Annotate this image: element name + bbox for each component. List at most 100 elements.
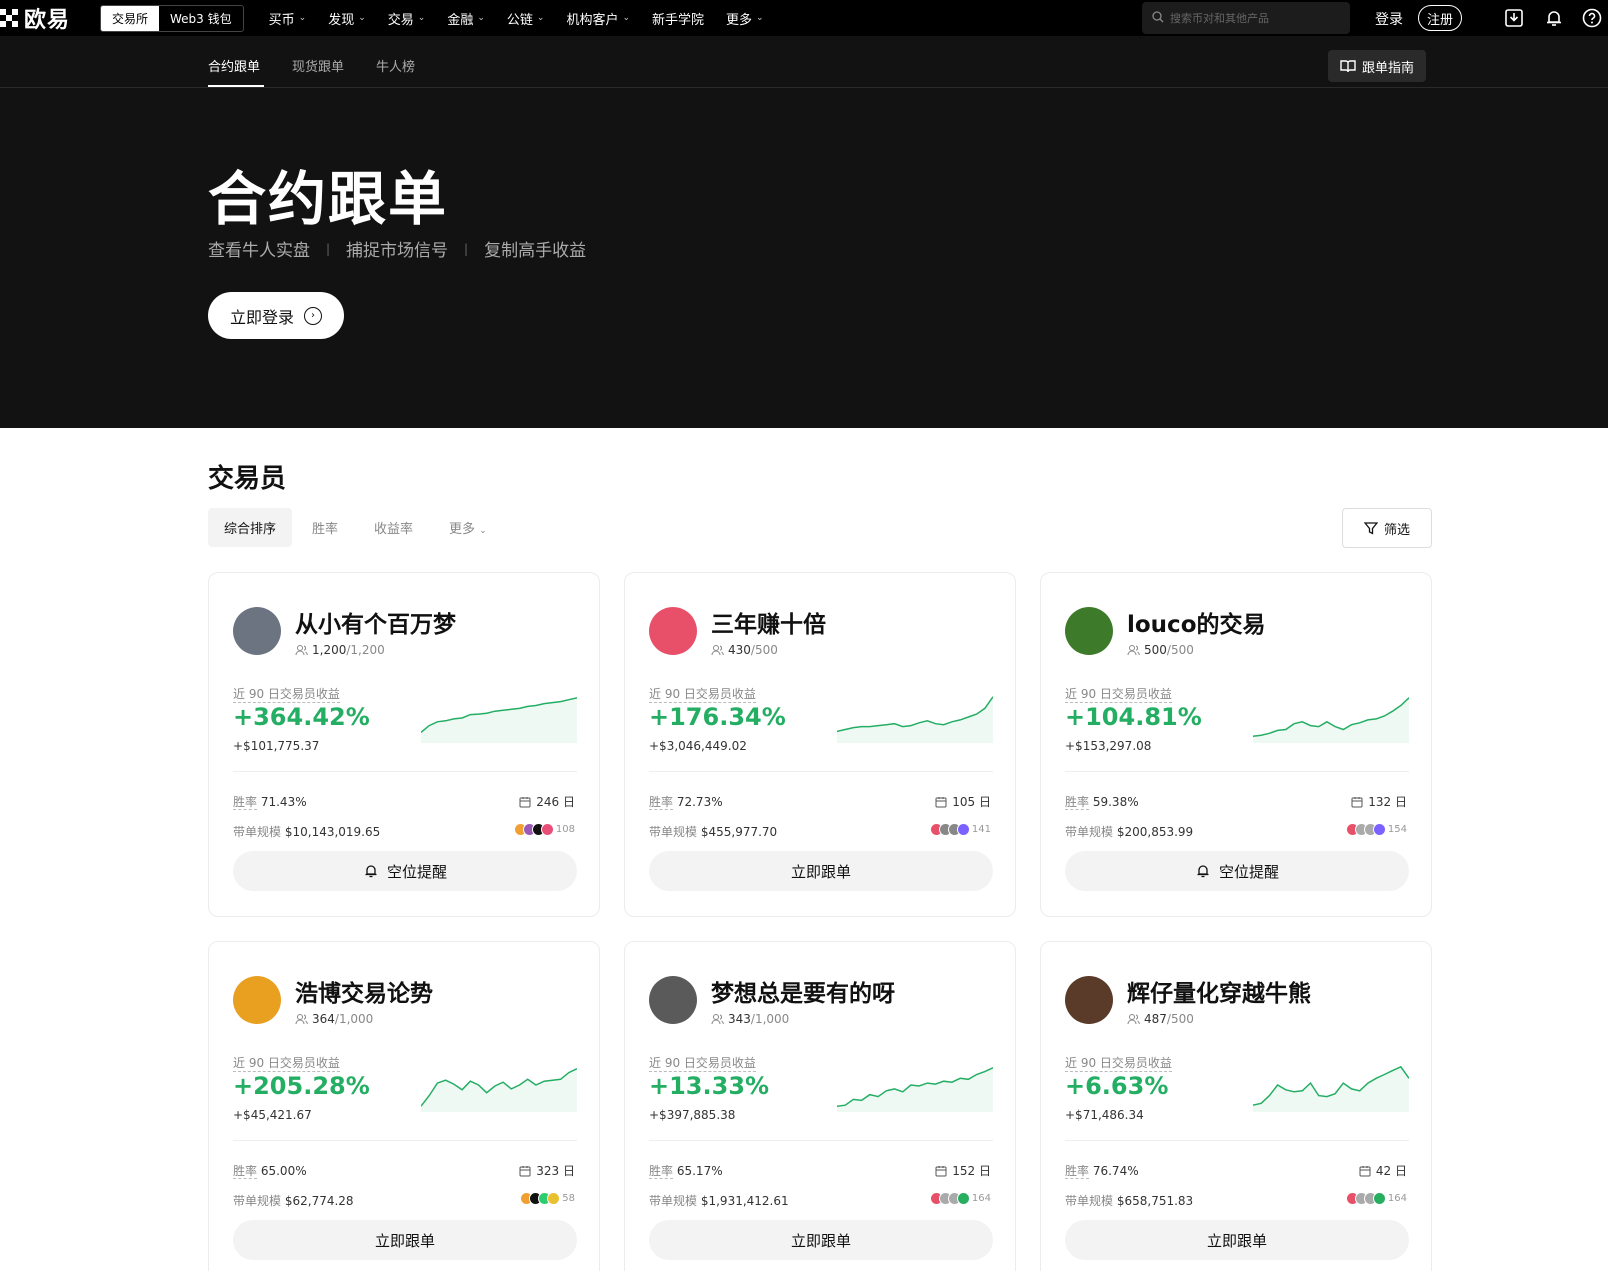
- calendar-icon: [519, 1165, 531, 1176]
- chevron-down-icon: ⌄: [477, 13, 485, 23]
- pnl-sparkline: [837, 1067, 993, 1112]
- trading-days: 246 日: [519, 793, 575, 810]
- logo-text: 欧易: [24, 8, 71, 33]
- calendar-icon: [935, 796, 947, 807]
- calendar-icon: [1351, 796, 1363, 807]
- search-input[interactable]: 搜索币对和其他产品: [1170, 10, 1269, 26]
- days-suffix: 日: [562, 1164, 575, 1178]
- coin-list[interactable]: 164: [1345, 1192, 1407, 1205]
- coin-icon: [1372, 1192, 1386, 1205]
- trader-card[interactable]: 浩博交易论势 364/1,000 近 90 日交易员收益 +205.28% +$…: [208, 941, 600, 1271]
- copy-now-button[interactable]: 立即跟单: [1065, 1220, 1409, 1260]
- avatar[interactable]: [233, 607, 281, 655]
- avatar[interactable]: [649, 976, 697, 1024]
- follower-current: 487: [1144, 1012, 1167, 1026]
- aum-label: 带单规模: [649, 825, 698, 839]
- trading-days: 152 日: [935, 1162, 991, 1179]
- follower-count: 500/500: [1127, 643, 1194, 657]
- main-menu: 买币 ⌄ 发现 ⌄ 交易 ⌄ 金融 ⌄ 公链 ⌄ 机构客户 ⌄ 新手学院 更多 ⌄: [269, 9, 786, 28]
- pnl-value: +$397,885.38: [649, 1108, 736, 1122]
- chevron-down-icon: ⌄: [358, 13, 366, 23]
- trader-name[interactable]: 辉仔量化穿越牛熊: [1127, 974, 1311, 1008]
- coin-list[interactable]: 141: [929, 823, 991, 836]
- sort-tab-roi[interactable]: 收益率: [358, 508, 429, 547]
- coin-list[interactable]: 154: [1345, 823, 1407, 836]
- aum: 带单规模 $62,774.28: [233, 1192, 354, 1209]
- avatar[interactable]: [233, 976, 281, 1024]
- menu-item[interactable]: 公链 ⌄: [507, 9, 545, 28]
- trader-card[interactable]: louco的交易 500/500 近 90 日交易员收益 +104.81% +$…: [1040, 572, 1432, 917]
- switch-exchange[interactable]: 交易所: [101, 5, 160, 31]
- menu-item-label: 买币: [268, 12, 295, 28]
- vacancy-alert-button[interactable]: 空位提醒: [233, 851, 577, 891]
- pnl-value: +$3,046,449.02: [649, 739, 747, 753]
- follower-max: /500: [1166, 1012, 1194, 1026]
- roi-value: +13.33%: [649, 1072, 770, 1100]
- users-icon: [295, 645, 308, 656]
- copy-now-button[interactable]: 立即跟单: [649, 851, 993, 891]
- trader-card[interactable]: 辉仔量化穿越牛熊 487/500 近 90 日交易员收益 +6.63% +$71…: [1040, 941, 1432, 1271]
- aum-label: 带单规模: [1065, 1194, 1114, 1208]
- coin-list[interactable]: 108: [513, 823, 575, 836]
- sort-tab-overall[interactable]: 综合排序: [208, 508, 293, 547]
- menu-item[interactable]: 交易 ⌄: [388, 9, 426, 28]
- pnl-sparkline: [421, 697, 577, 743]
- follower-current: 343: [728, 1012, 751, 1026]
- trader-card[interactable]: 梦想总是要有的呀 343/1,000 近 90 日交易员收益 +13.33% +…: [624, 941, 1016, 1271]
- sort-tab-more[interactable]: 更多 ⌄: [433, 508, 503, 547]
- avatar[interactable]: [1065, 976, 1113, 1024]
- sort-tab-winrate[interactable]: 胜率: [296, 508, 354, 547]
- button-label: 立即跟单: [1206, 1231, 1267, 1250]
- coin-list[interactable]: 58: [520, 1192, 575, 1205]
- menu-item[interactable]: 金融 ⌄: [447, 9, 485, 28]
- avatar[interactable]: [1065, 607, 1113, 655]
- aum-label: 带单规模: [233, 1194, 282, 1208]
- trading-days: 323 日: [519, 1162, 575, 1179]
- follower-current: 430: [728, 643, 751, 657]
- copy-now-button[interactable]: 立即跟单: [233, 1220, 577, 1260]
- search-box[interactable]: 搜索币对和其他产品: [1142, 2, 1350, 34]
- filter-button[interactable]: 筛选: [1342, 508, 1432, 548]
- divider: [649, 1140, 993, 1141]
- login-button[interactable]: 登录: [1375, 9, 1403, 29]
- trader-card[interactable]: 从小有个百万梦 1,200/1,200 近 90 日交易员收益 +364.42%…: [208, 572, 600, 917]
- button-label: 立即跟单: [790, 1231, 851, 1250]
- menu-item[interactable]: 发现 ⌄: [328, 9, 366, 28]
- trader-name[interactable]: 梦想总是要有的呀: [711, 974, 895, 1008]
- trader-card[interactable]: 三年赚十倍 430/500 近 90 日交易员收益 +176.34% +$3,0…: [624, 572, 1016, 917]
- vacancy-alert-button[interactable]: 空位提醒: [1065, 851, 1409, 891]
- filter-icon: [1363, 522, 1378, 535]
- guide-button[interactable]: 跟单指南: [1328, 50, 1427, 82]
- aum: 带单规模 $1,931,412.61: [649, 1192, 789, 1209]
- avatar[interactable]: [649, 607, 697, 655]
- menu-item[interactable]: 买币 ⌄: [269, 9, 307, 28]
- trader-name[interactable]: 三年赚十倍: [711, 605, 826, 639]
- switch-web3-wallet[interactable]: Web3 钱包: [159, 6, 243, 31]
- divider: [649, 771, 993, 772]
- register-button[interactable]: 注册: [1418, 5, 1463, 31]
- sort-tabs: 综合排序 胜率 收益率 更多 ⌄: [208, 508, 507, 547]
- coin-list[interactable]: 164: [929, 1192, 991, 1205]
- trader-name[interactable]: 浩博交易论势: [295, 974, 433, 1008]
- aum-label: 带单规模: [1065, 825, 1114, 839]
- menu-item[interactable]: 更多 ⌄: [726, 9, 764, 28]
- tab-spot-copy[interactable]: 现货跟单: [292, 56, 344, 75]
- bell-icon[interactable]: [1544, 8, 1564, 28]
- menu-item[interactable]: 新手学院: [652, 9, 704, 28]
- tab-leaderboard[interactable]: 牛人榜: [376, 56, 415, 75]
- roi-label: 近 90 日交易员收益: [1065, 1056, 1172, 1072]
- trader-name[interactable]: 从小有个百万梦: [295, 605, 456, 639]
- roi-label: 近 90 日交易员收益: [233, 687, 340, 703]
- help-icon[interactable]: [1582, 8, 1602, 28]
- coin-icon: [1372, 823, 1386, 836]
- users-icon: [1127, 1014, 1140, 1025]
- tab-futures-copy[interactable]: 合约跟单: [208, 56, 260, 75]
- follower-count: 430/500: [711, 643, 778, 657]
- trader-name[interactable]: louco的交易: [1127, 605, 1266, 639]
- logo[interactable]: 欧易: [0, 2, 90, 34]
- follower-max: /500: [750, 643, 778, 657]
- copy-now-button[interactable]: 立即跟单: [649, 1220, 993, 1260]
- download-icon[interactable]: [1504, 8, 1524, 28]
- login-now-button[interactable]: 立即登录 ›: [208, 292, 345, 339]
- menu-item[interactable]: 机构客户 ⌄: [566, 9, 630, 28]
